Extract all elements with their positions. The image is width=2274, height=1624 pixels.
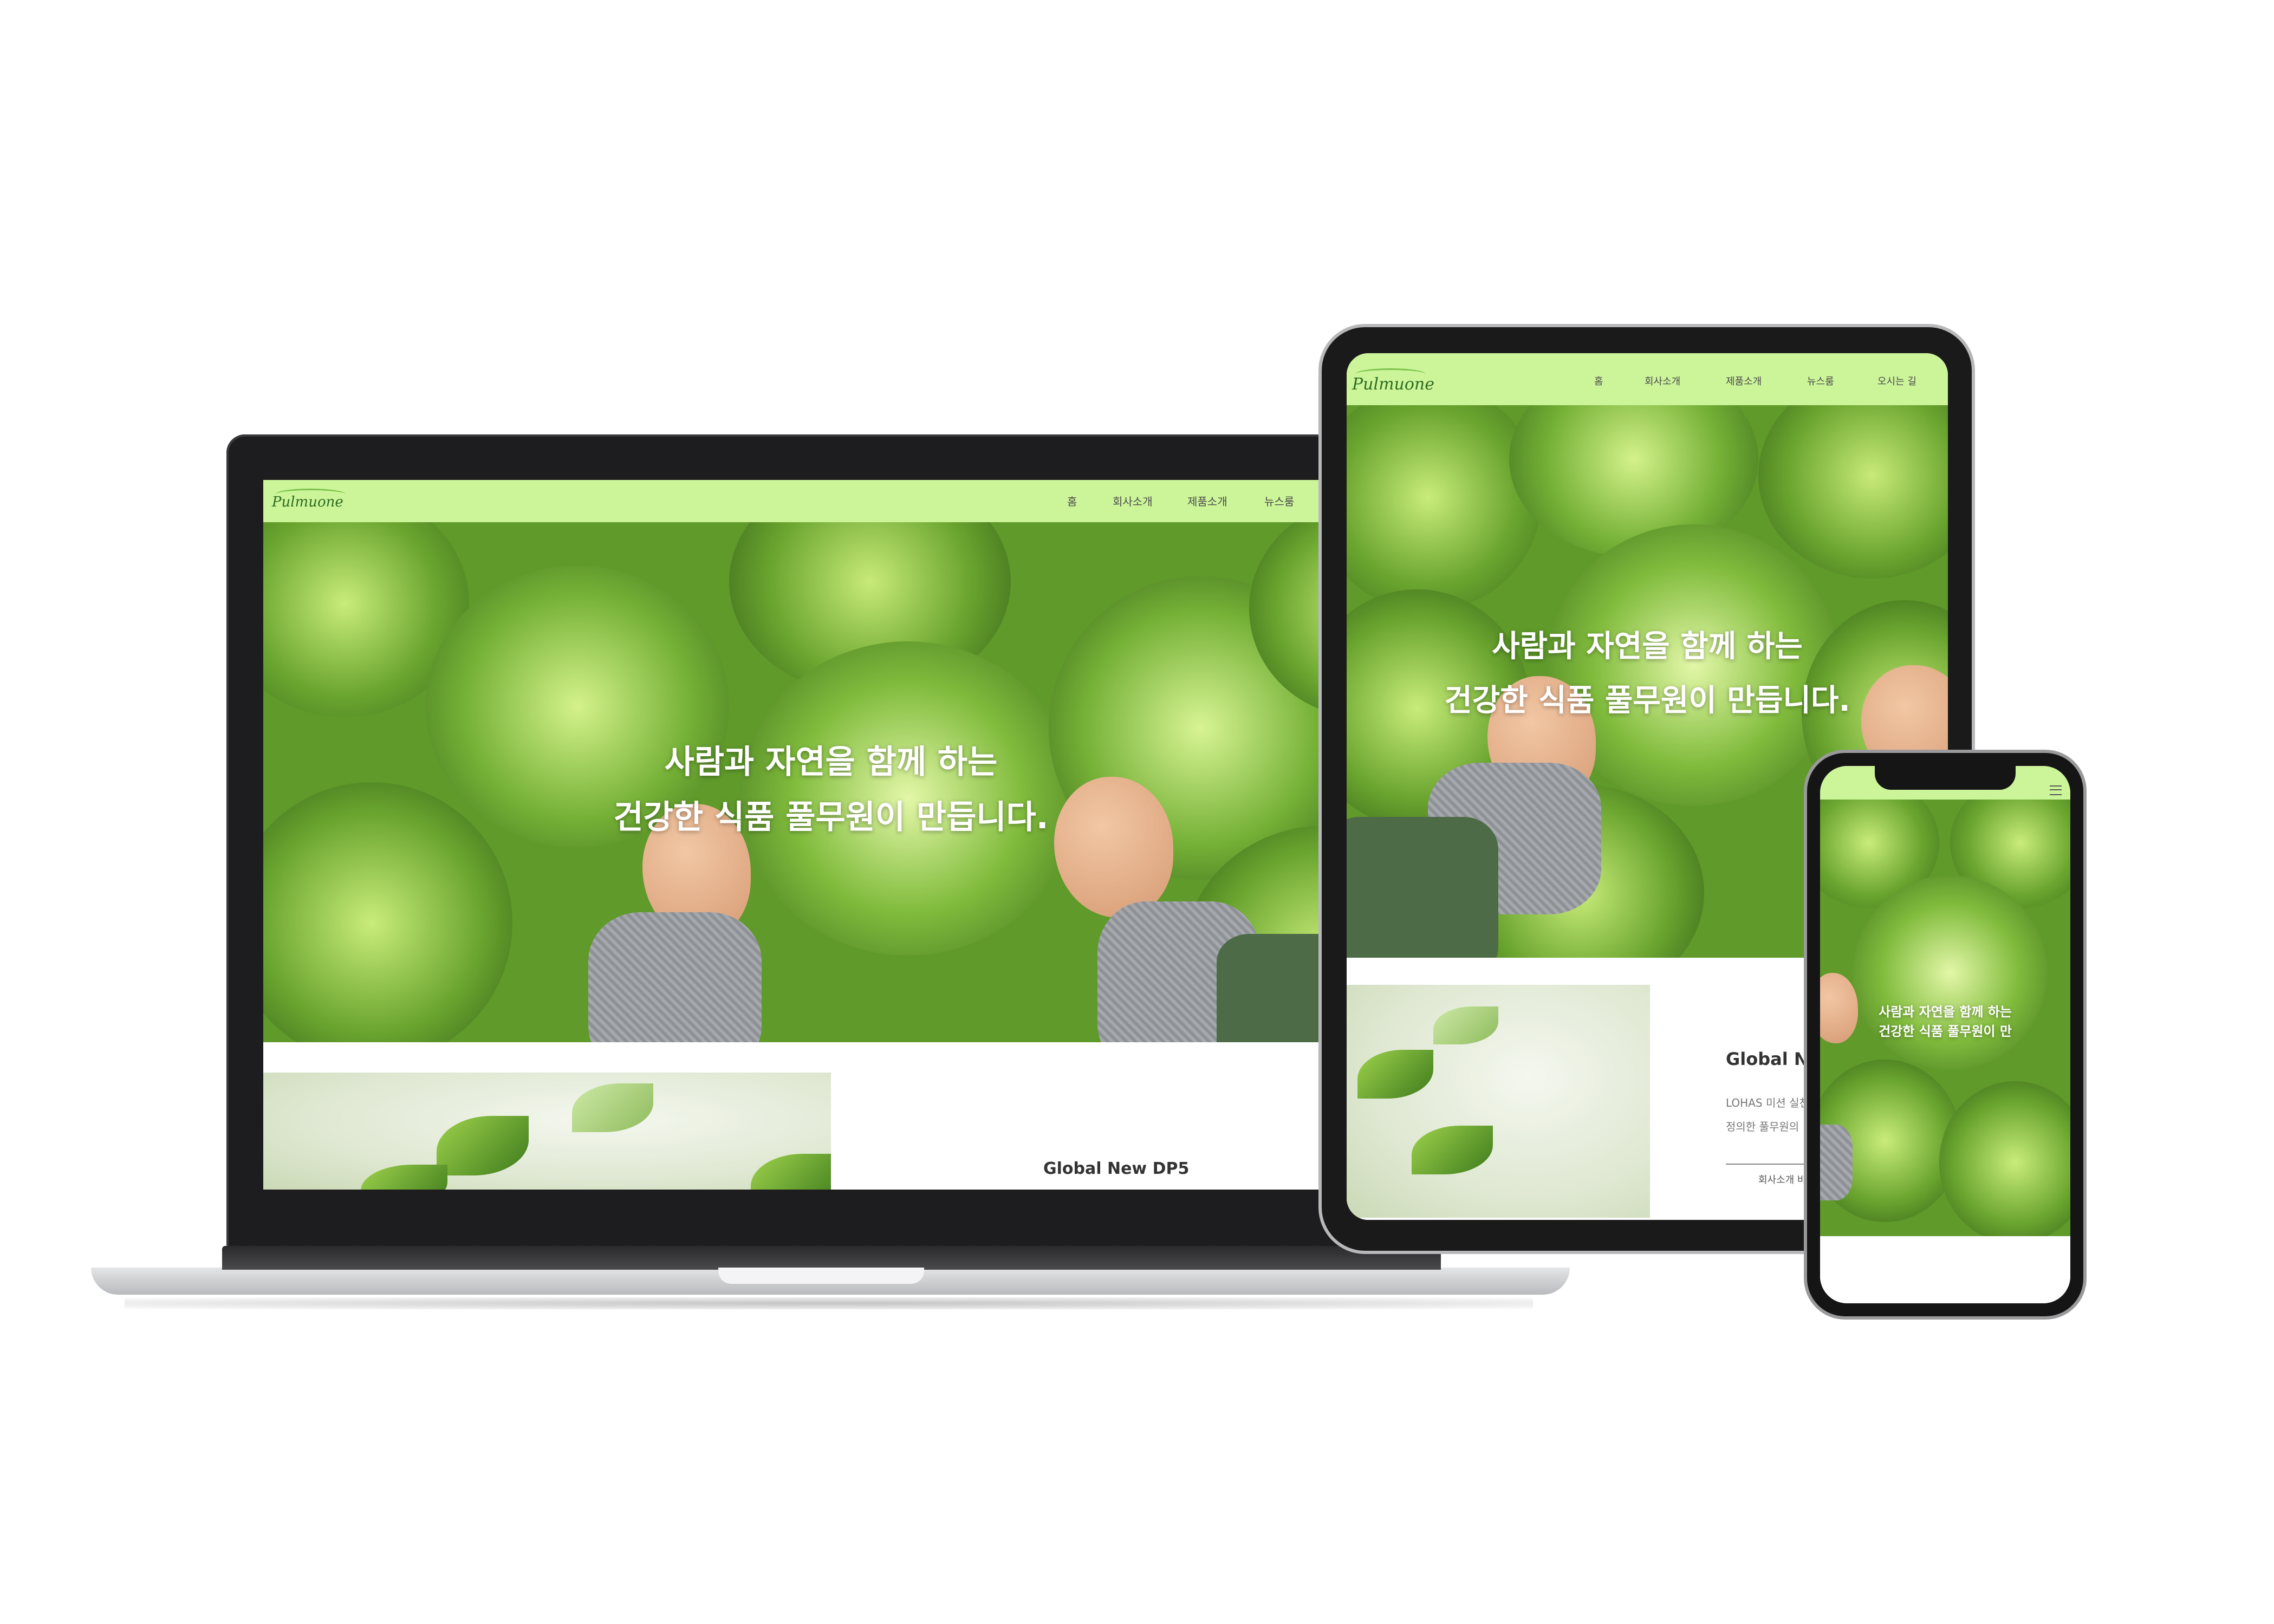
hero-banner: 사람과 자연을 함께 하는 건강한 식품 풀무원이 만	[1820, 800, 2070, 1236]
hero-title-line2: 건강한 식품 풀무원이 만	[1879, 1024, 2012, 1039]
lettuce-image	[1758, 405, 1948, 579]
logo[interactable]: Pulmuone	[272, 489, 346, 510]
left-sleeve-image	[1820, 1125, 1853, 1200]
logo[interactable]: Pulmuone	[1352, 368, 1434, 394]
laptop-shadow	[125, 1297, 1533, 1309]
laptop-notch	[718, 1268, 924, 1284]
tablet-navbar: Pulmuone 홈 회사소개 제품소개 뉴스룸 오시는 길	[1347, 353, 1948, 405]
leaf-image	[1357, 1050, 1433, 1099]
nav-item-company[interactable]: 회사소개	[1645, 374, 1680, 388]
nav-item-newsroom[interactable]: 뉴스룸	[1807, 374, 1834, 388]
phone-notch	[1875, 766, 2016, 790]
leaf-image	[361, 1165, 447, 1190]
body-text-line1: LOHAS 미션 실천	[1726, 1096, 1809, 1109]
lettuce-image	[1853, 875, 2048, 1070]
laptop-screen: Pulmuone 홈 회사소개 제품소개 뉴스룸 오시는 길 사람과 자연을 함…	[263, 480, 1399, 1190]
nav-item-products[interactable]: 제품소개	[1726, 374, 1762, 388]
hero-banner: 사람과 자연을 함께 하는 건강한 식품 풀무원이 만듭니다.	[263, 522, 1399, 1042]
menu-icon[interactable]	[2050, 785, 2062, 795]
nav-item-company[interactable]: 회사소개	[1113, 493, 1153, 509]
laptop-hinge	[222, 1246, 1441, 1270]
section-title: Global Ne	[1726, 1049, 1821, 1069]
hero-title-line1: 사람과 자연을 함께 하는	[664, 743, 998, 781]
logo-swoosh-icon	[1355, 368, 1426, 380]
hero-title-line2: 건강한 식품 풀무원이 만듭니다.	[1444, 683, 1850, 718]
nav-item-home[interactable]: 홈	[1594, 374, 1603, 388]
leaf-image	[1412, 1126, 1493, 1174]
phone-screen: 사람과 자연을 함께 하는 건강한 식품 풀무원이 만	[1820, 766, 2070, 1303]
laptop-navbar: Pulmuone 홈 회사소개 제품소개 뉴스룸 오시는 길	[263, 480, 1399, 522]
nav-item-newsroom[interactable]: 뉴스룸	[1264, 493, 1294, 509]
jacket-image	[1347, 817, 1498, 958]
hero-title-line1: 사람과 자연을 함께 하는	[1492, 629, 1803, 664]
hero-title-line2: 건강한 식품 풀무원이 만듭니다.	[613, 798, 1049, 836]
nav-item-products[interactable]: 제품소개	[1187, 493, 1227, 509]
company-button[interactable]: 회사소개 바	[1758, 1172, 1807, 1186]
content-section	[1820, 1236, 2070, 1303]
body-text-line2: 정의한 풀무원의	[1726, 1120, 1799, 1133]
lettuce-image	[1939, 1081, 2070, 1236]
logo-swoosh-icon	[275, 489, 346, 500]
leaf-image	[437, 1116, 529, 1175]
leaf-image	[751, 1154, 831, 1190]
content-section: Global New DP5	[263, 1042, 1399, 1190]
sprout-image	[1347, 985, 1650, 1218]
section-title: Global New DP5	[1043, 1159, 1190, 1178]
sprout-image	[263, 1073, 831, 1190]
nav-item-home[interactable]: 홈	[1067, 493, 1077, 509]
nav-item-directions[interactable]: 오시는 길	[1877, 374, 1916, 388]
leaf-image	[572, 1083, 653, 1132]
left-sleeve-image	[588, 912, 762, 1042]
hero-title-line1: 사람과 자연을 함께 하는	[1879, 1004, 2012, 1019]
leaf-image	[1433, 1006, 1498, 1044]
menu-icon-bar	[2050, 789, 2062, 790]
